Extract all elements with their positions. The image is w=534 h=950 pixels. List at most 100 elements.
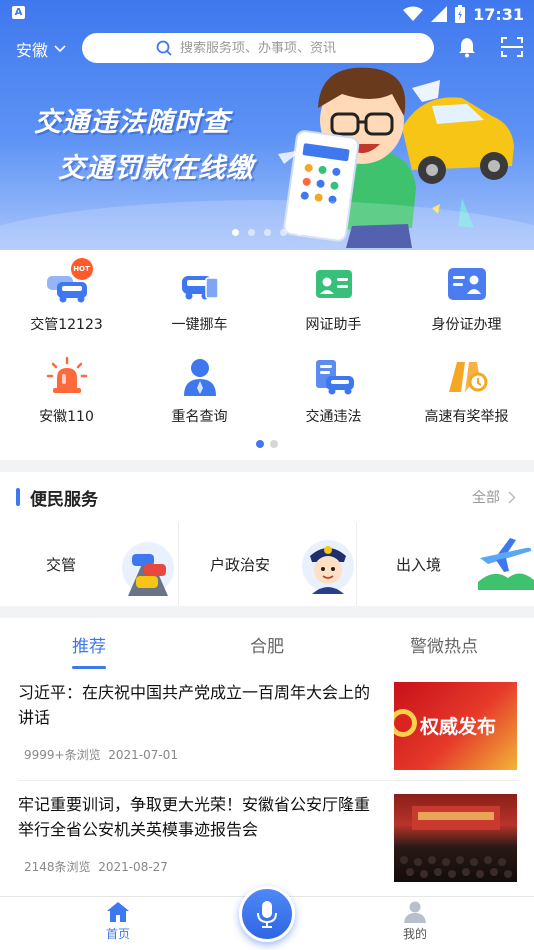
quick-item[interactable]: 一键挪车 (133, 250, 266, 340)
article-meta: 2148条浏览 2021-08-27 (24, 858, 168, 875)
article-views: 2148条浏览 (24, 860, 91, 874)
services-title: 便民服务 (30, 490, 98, 510)
nav-home[interactable]: 首页 (78, 901, 158, 942)
news-article[interactable]: 习近平：在庆祝中国共产党成立一百周年大会上的讲话 9999+条浏览 2021-0… (18, 680, 518, 788)
banner-dot (263, 229, 271, 236)
car-phone-icon (178, 262, 222, 306)
status-icons: 17:31 (403, 4, 524, 24)
tab-indicator (72, 666, 106, 669)
article-date: 2021-08-27 (98, 860, 168, 874)
nav-home-label: 首页 (105, 927, 130, 941)
banner-dot (247, 229, 255, 236)
tab-hefei[interactable]: 合肥 (250, 632, 284, 657)
article-date: 2021-07-01 (108, 748, 178, 762)
tab-police-hot[interactable]: 警微热点 (410, 632, 478, 657)
more-label: 全部 (472, 490, 500, 506)
service-card-traffic[interactable]: 交管 (0, 522, 178, 606)
police-officer-icon (302, 540, 354, 594)
news-article[interactable]: 牢记重要训词，争取更大光荣！安徽省公安厅隆重举行全省公安机关英模事迹报告会 21… (18, 792, 518, 900)
news-tabs: 推荐 合肥 警微热点 (0, 618, 534, 670)
quick-item-label: 重名查询 (171, 409, 228, 425)
chevron-down-icon (54, 45, 66, 53)
search-icon (156, 40, 172, 56)
service-card-household[interactable]: 户政治安 (178, 522, 356, 606)
id-card-blue-icon (445, 262, 489, 306)
article-views: 9999+条浏览 (24, 748, 101, 762)
app-screen: A 17:31 安徽 交通违法随时查 交通罚款在线缴 (0, 0, 534, 950)
article-thumbnail (394, 794, 517, 882)
article-title: 牢记重要训词，争取更大光荣！安徽省公安厅隆重举行全省公安机关英模事迹报告会 (18, 795, 371, 839)
auditorium-photo (400, 806, 512, 878)
quick-item-label: 交管12123 (30, 317, 103, 333)
banner-dot (279, 229, 287, 236)
quick-item-label: 安徽110 (39, 409, 94, 425)
banner-pagination (0, 229, 534, 236)
nav-mine[interactable]: 我的 (375, 901, 455, 942)
status-time: 17:31 (473, 4, 524, 24)
home-icon (107, 902, 129, 922)
services-more-link[interactable]: 全部 (472, 487, 516, 507)
chevron-right-icon (508, 490, 516, 504)
banner-dot (231, 229, 239, 236)
scan-icon[interactable] (500, 36, 524, 58)
section-marker (16, 488, 20, 506)
city-selector[interactable]: 安徽 (16, 37, 66, 61)
services-header: 便民服务 全部 (0, 472, 534, 522)
person-icon (178, 354, 222, 398)
thumbnail-caption: 权威发布 (420, 716, 497, 738)
service-label: 出入境 (396, 556, 442, 574)
police-light-icon (45, 354, 89, 398)
banner-dot (295, 229, 303, 236)
article-title: 习近平：在庆祝中国共产党成立一百周年大会上的讲话 (18, 683, 371, 727)
banner-headline-2: 交通罚款在线缴 (58, 153, 254, 184)
quick-item[interactable]: 高速有奖举报 (400, 342, 533, 432)
hero-banner[interactable]: A 17:31 安徽 交通违法随时查 交通罚款在线缴 (0, 0, 534, 250)
grid-pagination (0, 440, 534, 448)
traffic-cars-icon (122, 542, 174, 596)
convenience-services: 便民服务 全部 交管 户政治安 出入境 (0, 472, 534, 606)
service-label: 交管 (46, 556, 77, 574)
city-label: 安徽 (16, 41, 49, 60)
quick-item[interactable]: 重名查询 (133, 342, 266, 432)
voice-button[interactable] (239, 886, 295, 942)
highway-report-icon (445, 354, 489, 398)
quick-item-label: 网证助手 (305, 317, 362, 333)
quick-service-grid: HOT 交管12123 一键挪车 网证助手 身份证办理安徽110 重名查询 交通违法 高速有奖… (0, 250, 534, 460)
tab-recommended[interactable]: 推荐 (72, 632, 106, 657)
nav-mine-label: 我的 (402, 927, 427, 941)
user-icon (404, 901, 426, 923)
mascot-illustration (278, 67, 514, 248)
status-bar: A 17:31 (0, 0, 534, 28)
quick-item-label: 身份证办理 (431, 317, 502, 333)
app-notification-icon: A (12, 6, 25, 19)
quick-item[interactable]: 安徽110 (0, 342, 133, 432)
traffic-violation-icon (312, 354, 356, 398)
airplane-icon (478, 538, 534, 590)
yellow-car-icon (402, 80, 514, 184)
id-card-green-icon (312, 262, 356, 306)
double-car-icon: HOT (45, 258, 93, 306)
service-card-exit-entry[interactable]: 出入境 (356, 522, 534, 606)
banner-headline-1: 交通违法随时查 (34, 107, 230, 138)
grid-page-dot (256, 440, 264, 448)
search-input[interactable] (180, 40, 360, 56)
service-label: 户政治安 (210, 556, 271, 574)
battery-icon (455, 5, 466, 23)
quick-item-label: 高速有奖举报 (424, 409, 509, 425)
party-emblem-icon (394, 709, 417, 737)
bell-icon[interactable] (456, 36, 478, 58)
wifi-icon (403, 6, 424, 21)
signal-icon (431, 6, 448, 22)
quick-item-label: 交通违法 (305, 409, 362, 425)
microphone-icon (257, 901, 277, 928)
article-thumbnail: 权威发布 (394, 682, 517, 770)
quick-item-label: 一键挪车 (171, 317, 228, 333)
quick-item[interactable]: 身份证办理 (400, 250, 533, 340)
quick-item[interactable]: 网证助手 (267, 250, 400, 340)
article-divider (18, 780, 518, 781)
article-meta: 9999+条浏览 2021-07-01 (24, 746, 178, 763)
quick-item[interactable]: 交通违法 (267, 342, 400, 432)
grid-page-dot (270, 440, 278, 448)
hot-badge: HOT (70, 258, 93, 280)
quick-item[interactable]: HOT 交管12123 (0, 250, 133, 340)
